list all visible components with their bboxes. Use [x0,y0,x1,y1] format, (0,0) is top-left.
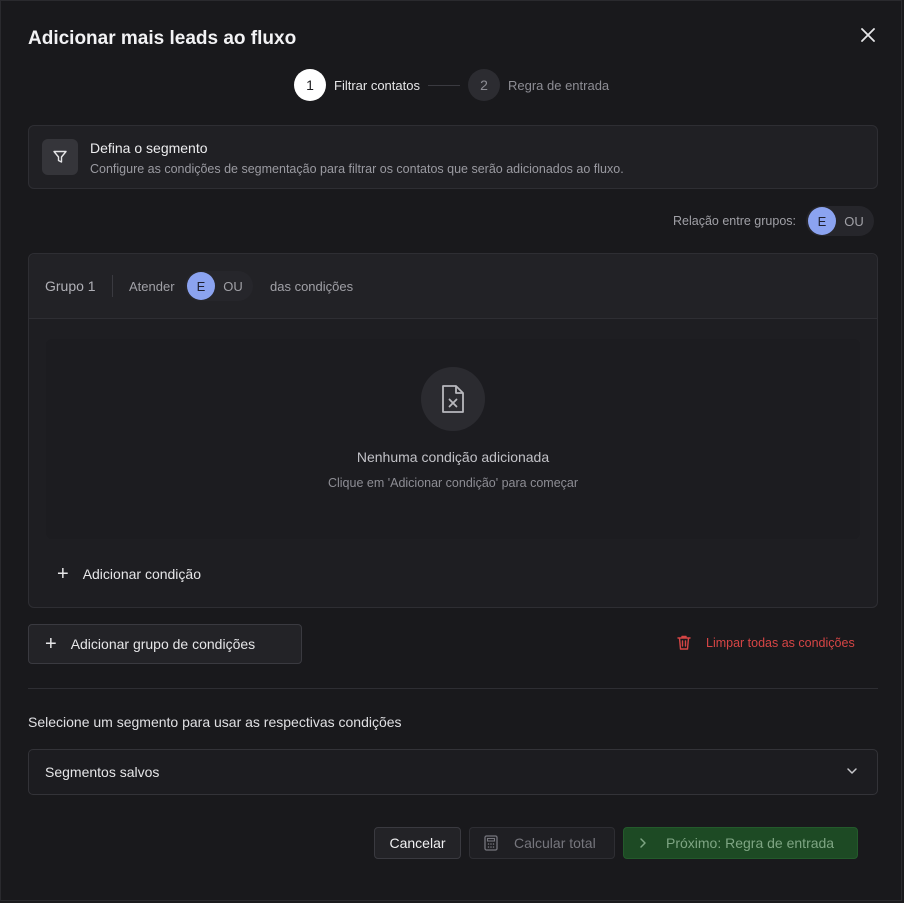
clear-all-label: Limpar todas as condições [706,635,855,650]
segment-card-title: Defina o segmento [90,140,208,156]
filter-icon [42,139,78,175]
chevron-right-icon [640,838,646,848]
step-2-label: Regra de entrada [507,77,610,93]
add-condition-group-button[interactable]: + Adicionar grupo de condições [28,624,302,664]
add-group-label: Adicionar grupo de condições [70,636,256,652]
cancel-button[interactable]: Cancelar [374,827,461,859]
plus-icon: + [45,633,57,655]
group-name: Grupo 1 [45,278,96,294]
group-relation-and-option[interactable]: E [808,207,836,235]
saved-segments-value: Segmentos salvos [45,764,160,780]
group-header: Grupo 1 Atender E OU das condições [29,254,877,319]
clear-all-conditions-button[interactable]: Limpar todas as condições [676,634,855,651]
group-header-divider [112,275,113,297]
add-condition-button[interactable]: + Adicionar condição [57,564,201,584]
saved-segments-hint: Selecione um segmento para usar as respe… [28,714,402,730]
group-relation-toggle: E OU [806,206,874,236]
add-leads-dialog: Adicionar mais leads ao fluxo 1 Filtrar … [0,0,902,901]
empty-state-subtitle: Clique em 'Adicionar condição' para come… [327,476,579,490]
plus-icon: + [57,563,69,585]
segment-info-card: Defina o segmento Configure as condições… [28,125,878,189]
group-match-and-option[interactable]: E [187,272,215,300]
segment-card-description: Configure as condições de segmentação pa… [90,162,624,176]
add-condition-label: Adicionar condição [82,566,201,582]
dialog-title: Adicionar mais leads ao fluxo [28,28,297,49]
section-divider [28,688,878,689]
next-step-button[interactable]: Próximo: Regra de entrada [623,827,858,859]
close-icon[interactable] [857,24,879,46]
group-relation-or-option[interactable]: OU [836,207,872,235]
group-match-toggle: E OU [185,271,253,301]
chevron-down-icon [845,764,859,781]
step-1-label: Filtrar contatos [334,77,420,93]
group-relation-label: Relação entre grupos: [673,214,796,228]
stepper: 1 Filtrar contatos 2 Regra de entrada [294,69,609,101]
condition-group: Grupo 1 Atender E OU das condições Nenhu… [28,253,878,608]
calculate-total-button[interactable]: Calcular total [469,827,615,859]
saved-segments-select[interactable]: Segmentos salvos [28,749,878,795]
empty-state-title: Nenhuma condição adicionada [356,449,550,465]
step-2-number: 2 [467,69,500,101]
group-match-or-option[interactable]: OU [215,272,251,300]
match-suffix: das condições [270,279,354,294]
step-1-number: 1 [294,69,326,101]
stepper-connector [427,84,460,86]
match-prefix: Atender [129,279,175,294]
calculator-icon [484,835,498,851]
file-x-icon [421,367,485,431]
empty-conditions-state: Nenhuma condição adicionada Clique em 'A… [46,339,860,539]
trash-icon [677,635,691,650]
calculate-total-label: Calcular total [514,835,596,851]
next-step-label: Próximo: Regra de entrada [666,835,835,851]
group-relation: Relação entre grupos: E OU [673,206,874,236]
